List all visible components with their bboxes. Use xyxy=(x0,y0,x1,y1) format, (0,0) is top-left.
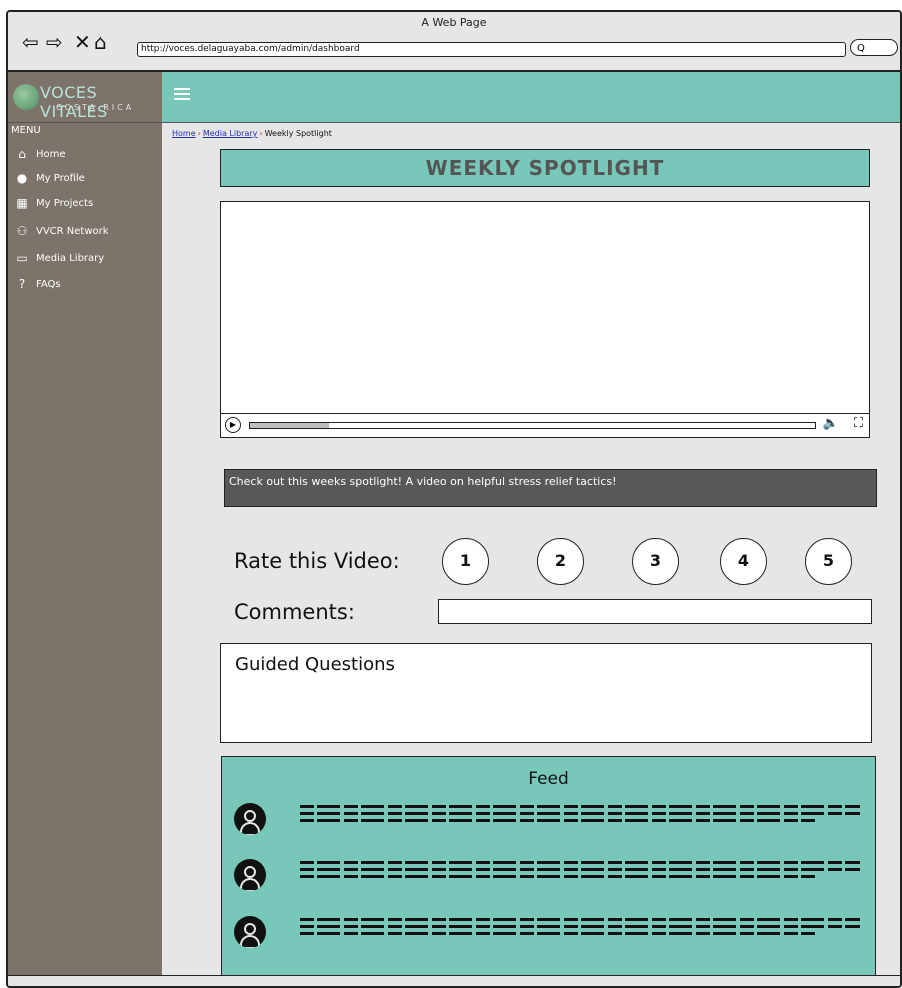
breadcrumb-home-link[interactable]: Home xyxy=(172,129,196,138)
sidebar: MENU ⌂ Home ● My Profile ▦ My Projects ⚇… xyxy=(8,123,162,986)
guided-questions-box: Guided Questions xyxy=(220,643,872,743)
sidebar-heading: MENU xyxy=(11,125,41,136)
browser-search-button[interactable]: Q xyxy=(850,39,898,56)
browser-window: A Web Page ⇦ ⇨ ✕ ⌂ http://voces.delaguay… xyxy=(6,10,902,988)
logo-mark-icon xyxy=(13,84,39,110)
window-title: A Web Page xyxy=(421,16,487,29)
feed-item-text-placeholder xyxy=(300,914,860,939)
sidebar-item-label: Home xyxy=(36,148,66,160)
sidebar-item-label: FAQs xyxy=(36,278,61,290)
home-icon: ⌂ xyxy=(18,147,26,161)
logo-subtitle: COSTA RICA xyxy=(56,103,135,112)
search-icon: Q xyxy=(857,43,865,54)
feed-title: Feed xyxy=(528,769,569,789)
video-player[interactable]: ▶ 🔈 ⛶ xyxy=(220,201,870,438)
monitor-icon: ▭ xyxy=(16,251,28,265)
sidebar-item-media-library[interactable]: ▭ Media Library xyxy=(14,249,104,267)
home-nav-icon[interactable]: ⌂ xyxy=(94,32,107,52)
feed-item[interactable] xyxy=(234,855,864,897)
user-avatar-icon xyxy=(234,916,266,948)
breadcrumb-separator-icon: › xyxy=(259,129,263,138)
fullscreen-icon[interactable]: ⛶ xyxy=(854,416,863,431)
sidebar-item-faqs[interactable]: ? FAQs xyxy=(14,275,61,293)
projects-icon: ▦ xyxy=(16,196,28,210)
sidebar-item-label: Media Library xyxy=(36,252,105,264)
video-caption: Check out this weeks spotlight! A video … xyxy=(224,469,877,507)
guided-questions-title: Guided Questions xyxy=(235,654,395,675)
play-icon[interactable]: ▶ xyxy=(225,417,241,433)
app-header: VOCES VITALES COSTA RICA xyxy=(8,72,900,123)
sidebar-item-label: My Projects xyxy=(36,197,94,209)
feed-item[interactable] xyxy=(234,799,864,841)
rating-button-2[interactable]: 2 xyxy=(537,538,584,585)
breadcrumb: Home › Media Library › Weekly Spotlight xyxy=(172,129,332,138)
close-icon[interactable]: ✕ xyxy=(74,32,91,52)
page-title: WEEKLY SPOTLIGHT xyxy=(220,149,870,187)
comments-label: Comments: xyxy=(234,600,355,624)
sidebar-item-label: My Profile xyxy=(36,172,85,184)
rating-button-1[interactable]: 1 xyxy=(442,538,489,585)
user-avatar-icon xyxy=(234,803,266,835)
sidebar-item-my-profile[interactable]: ● My Profile xyxy=(14,169,85,187)
forward-arrow-icon[interactable]: ⇨ xyxy=(46,32,63,52)
network-icon: ⚇ xyxy=(16,224,28,238)
rating-label: Rate this Video: xyxy=(234,549,400,573)
volume-icon[interactable]: 🔈 xyxy=(823,416,839,431)
browser-titlebar: A Web Page ⇦ ⇨ ✕ ⌂ http://voces.delaguay… xyxy=(8,12,900,72)
breadcrumb-separator-icon: › xyxy=(197,129,201,138)
breadcrumb-media-library-link[interactable]: Media Library xyxy=(203,129,258,138)
rating-button-3[interactable]: 3 xyxy=(632,538,679,585)
sidebar-item-home[interactable]: ⌂ Home xyxy=(14,145,66,163)
sidebar-item-vvcr-network[interactable]: ⚇ VVCR Network xyxy=(14,222,109,240)
rating-button-5[interactable]: 5 xyxy=(805,538,852,585)
sidebar-item-my-projects[interactable]: ▦ My Projects xyxy=(14,194,93,212)
breadcrumb-current: Weekly Spotlight xyxy=(264,129,332,138)
video-progress-fill xyxy=(250,423,330,428)
back-arrow-icon[interactable]: ⇦ xyxy=(22,32,39,52)
video-seek-bar[interactable] xyxy=(249,422,816,429)
help-icon: ? xyxy=(18,277,26,291)
feed-item-text-placeholder xyxy=(300,857,860,882)
hamburger-menu-icon[interactable] xyxy=(174,88,190,102)
comments-input[interactable] xyxy=(438,599,872,624)
feed-item-text-placeholder xyxy=(300,801,860,826)
url-input[interactable]: http://voces.delaguayaba.com/admin/dashb… xyxy=(137,42,846,57)
feed-panel: Feed xyxy=(221,756,876,977)
sidebar-item-label: VVCR Network xyxy=(36,225,109,237)
browser-statusbar xyxy=(8,975,900,986)
user-avatar-icon xyxy=(234,859,266,891)
rating-button-4[interactable]: 4 xyxy=(720,538,767,585)
feed-item[interactable] xyxy=(234,912,864,954)
main-content: Home › Media Library › Weekly Spotlight WEEK… xyxy=(162,123,900,986)
logo[interactable]: VOCES VITALES COSTA RICA xyxy=(8,72,162,122)
user-icon: ● xyxy=(16,171,28,185)
video-controls: ▶ 🔈 ⛶ xyxy=(221,413,869,437)
logo-title: VOCES VITALES xyxy=(40,83,108,121)
